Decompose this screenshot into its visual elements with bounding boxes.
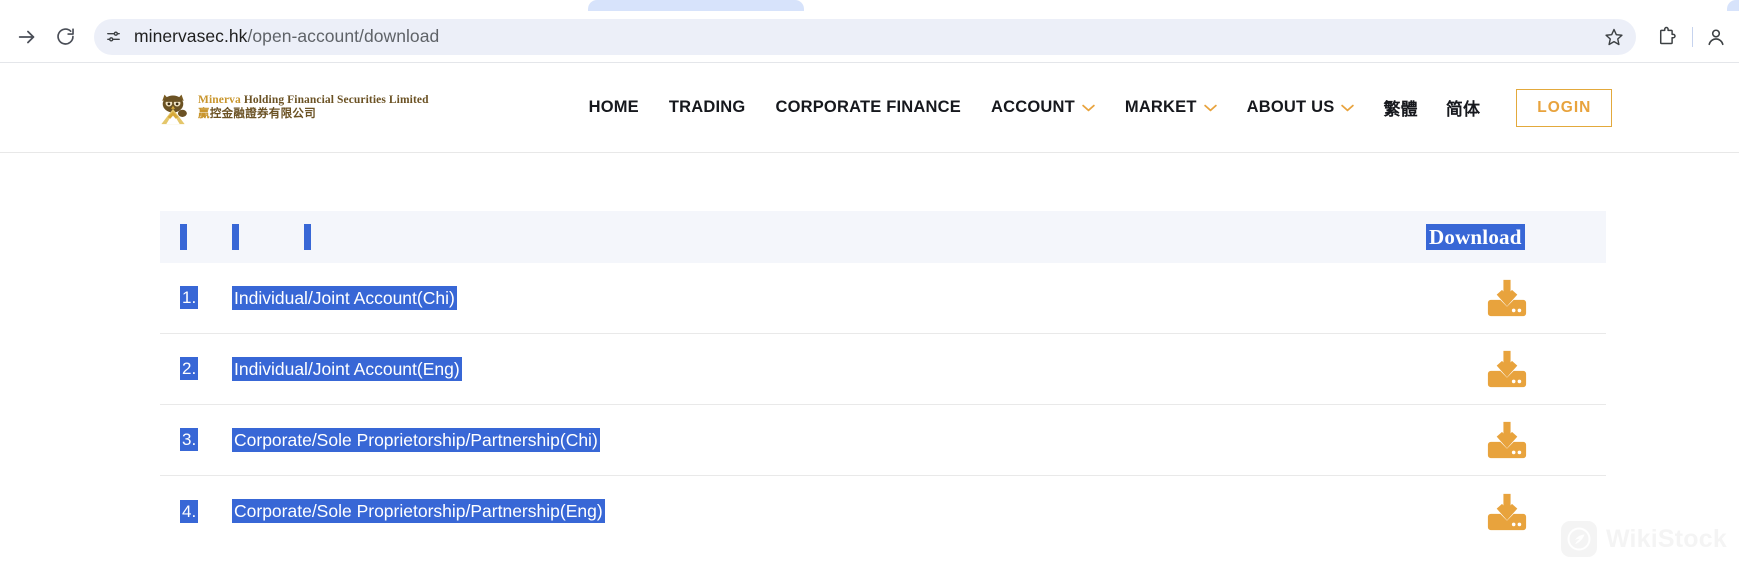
site-header: Minerva Holding Financial Securities Lim…: [0, 63, 1739, 153]
login-button[interactable]: LOGIN: [1516, 88, 1613, 127]
table-header-row: Download: [160, 211, 1606, 263]
download-tray-icon[interactable]: [1486, 277, 1528, 319]
table-row[interactable]: 2. Individual/Joint Account(Eng): [160, 334, 1606, 405]
language-switch-simplified[interactable]: 简体: [1432, 95, 1494, 120]
row-name: Corporate/Sole Proprietorship/Partnershi…: [232, 499, 1426, 523]
language-label: 简体: [1445, 100, 1481, 119]
site-logo[interactable]: Minerva Holding Financial Securities Lim…: [155, 91, 429, 125]
forward-arrow-icon[interactable]: [8, 18, 46, 56]
url-host: minervasec.hk: [134, 26, 248, 46]
brand-name-en: Minerva Holding Financial Securities Lim…: [198, 94, 429, 107]
browser-tab[interactable]: [588, 0, 804, 11]
url-text[interactable]: minervasec.hk/open-account/download: [128, 26, 1598, 47]
nav-item-corporate-finance[interactable]: CORPORATE FINANCE: [760, 98, 976, 117]
download-tray-icon[interactable]: [1486, 348, 1528, 390]
reload-icon[interactable]: [46, 18, 84, 56]
brand-name-cn-secondary: 控金融證券有限公司: [209, 107, 317, 120]
owl-logo-icon: [161, 94, 187, 124]
site-settings-icon[interactable]: [98, 22, 128, 52]
row-number-label: 2.: [180, 357, 199, 380]
column-header-download-label: Download: [1426, 223, 1525, 250]
table-row[interactable]: 4. Corporate/Sole Proprietorship/Partner…: [160, 476, 1606, 547]
nav-item-label: ABOUT US: [1246, 98, 1335, 116]
browser-tab-strip: [0, 0, 1739, 11]
profile-avatar-icon[interactable]: [1701, 22, 1731, 52]
download-tray-icon[interactable]: [1486, 419, 1528, 461]
row-number: 3.: [160, 428, 232, 451]
brand-name-cn: 贏控金融證券有限公司: [198, 108, 429, 121]
row-number-label: 1.: [180, 286, 199, 309]
column-header-number: [160, 224, 232, 250]
selection-highlight: [232, 224, 239, 250]
chevron-down-icon: [1203, 104, 1217, 111]
star-icon[interactable]: [1598, 21, 1630, 53]
chevron-down-icon: [1082, 104, 1095, 111]
nav-item-trading[interactable]: TRADING: [654, 98, 761, 117]
brand-name-cn-primary: 贏: [198, 107, 210, 120]
column-header-name: [232, 224, 304, 250]
url-path: /open-account/download: [247, 26, 440, 46]
table-row[interactable]: 3. Corporate/Sole Proprietorship/Partner…: [160, 405, 1606, 476]
row-name-label: Corporate/Sole Proprietorship/Partnershi…: [232, 499, 605, 523]
chevron-down-icon: [1341, 104, 1355, 111]
row-name: Corporate/Sole Proprietorship/Partnershi…: [232, 427, 1426, 452]
row-name-label: Corporate/Sole Proprietorship/Partnershi…: [232, 427, 600, 452]
table-row[interactable]: 1. Individual/Joint Account(Chi): [160, 263, 1606, 334]
row-number: 4.: [160, 499, 232, 523]
login-button-label: LOGIN: [1537, 98, 1592, 116]
row-number-label: 3.: [180, 428, 199, 451]
row-name: Individual/Joint Account(Chi): [232, 285, 1426, 310]
toolbar-divider: [1692, 26, 1693, 47]
nav-item-label: MARKET: [1124, 98, 1197, 116]
row-name: Individual/Joint Account(Eng): [232, 356, 1426, 381]
column-header-download: Download: [1426, 223, 1606, 250]
selection-highlight: [180, 224, 187, 250]
language-label: 繁體: [1383, 100, 1418, 119]
puzzle-piece-icon[interactable]: [1648, 19, 1684, 55]
download-table: Download 1. Individual/Joint Account(Chi…: [160, 211, 1606, 547]
brand-name-en-secondary: Holding Financial Securities Limited: [243, 94, 429, 107]
watermark-text: WikiStock: [1605, 524, 1727, 553]
brand-text: Minerva Holding Financial Securities Lim…: [198, 94, 429, 120]
row-download-cell[interactable]: [1426, 491, 1606, 533]
nav-item-label: ACCOUNT: [990, 98, 1075, 116]
row-number-label: 4.: [180, 499, 199, 523]
nav-item-about-us[interactable]: ABOUT US: [1232, 98, 1370, 117]
page-content: Download 1. Individual/Joint Account(Chi…: [0, 153, 1739, 575]
language-switch-traditional[interactable]: 繁體: [1369, 95, 1431, 120]
column-header-extra: [304, 224, 376, 250]
row-download-cell[interactable]: [1426, 277, 1606, 319]
nav-item-label: TRADING: [668, 98, 746, 116]
nav-item-home[interactable]: HOME: [574, 98, 654, 117]
download-tray-icon[interactable]: [1486, 491, 1528, 533]
row-name-label: Individual/Joint Account(Eng): [232, 356, 462, 381]
browser-toolbar: minervasec.hk/open-account/download: [0, 11, 1739, 63]
row-number: 2.: [160, 357, 232, 380]
browser-tab-partial[interactable]: [1727, 0, 1739, 11]
nav-item-label: HOME: [588, 98, 639, 116]
brand-name-en-primary: Minerva: [198, 94, 241, 107]
selection-highlight: [304, 224, 311, 250]
nav-item-label: CORPORATE FINANCE: [775, 98, 961, 116]
row-name-label: Individual/Joint Account(Chi): [232, 285, 457, 310]
row-download-cell[interactable]: [1426, 419, 1606, 461]
nav-item-account[interactable]: ACCOUNT: [976, 98, 1110, 117]
row-download-cell[interactable]: [1426, 348, 1606, 390]
address-bar[interactable]: minervasec.hk/open-account/download: [94, 18, 1636, 55]
row-number: 1.: [160, 286, 232, 309]
nav-item-market[interactable]: MARKET: [1110, 98, 1232, 117]
main-navigation: HOME TRADING CORPORATE FINANCE ACCOUNT M…: [574, 88, 1613, 127]
